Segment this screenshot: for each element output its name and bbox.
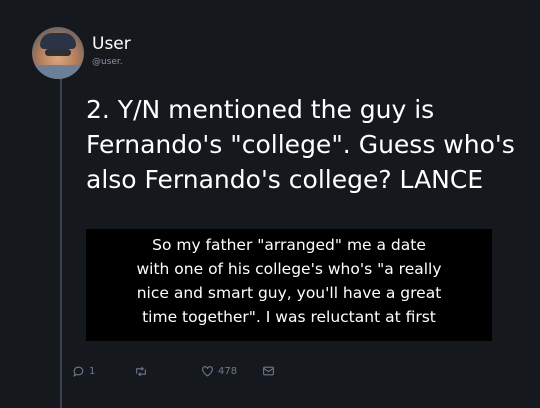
avatar-cap: [40, 33, 76, 49]
like-count: 478: [218, 365, 238, 377]
retweet-button[interactable]: [134, 365, 152, 378]
avatar-shirt: [32, 65, 84, 79]
author-handle[interactable]: @user.: [92, 57, 123, 67]
like-button[interactable]: 478: [201, 365, 237, 377]
reply-icon: [72, 365, 85, 378]
retweet-icon: [134, 365, 148, 378]
like-icon: [201, 365, 214, 377]
quoted-image-text: So my father "arranged" me a date with o…: [136, 236, 442, 326]
message-icon: [262, 365, 275, 377]
reply-count: 1: [89, 366, 96, 377]
reply-button[interactable]: 1: [72, 365, 95, 378]
avatar-glasses: [45, 49, 71, 56]
message-button[interactable]: [262, 365, 275, 377]
author-name[interactable]: User: [92, 34, 131, 54]
thread-line: [60, 78, 62, 408]
tweet-text: 2. Y/N mentioned the guy is Fernando's "…: [86, 95, 515, 194]
action-bar: 1 478: [72, 365, 372, 383]
quoted-image[interactable]: So my father "arranged" me a date with o…: [86, 229, 492, 341]
avatar[interactable]: [32, 27, 84, 79]
